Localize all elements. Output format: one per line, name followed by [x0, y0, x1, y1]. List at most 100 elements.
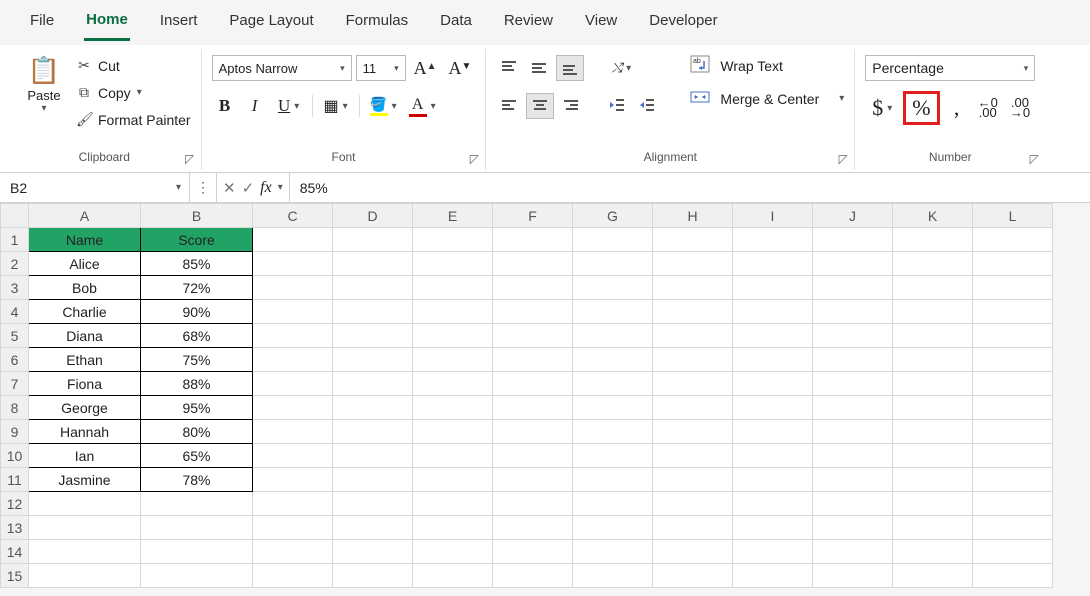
cell[interactable]: Ian [29, 444, 141, 468]
cell[interactable] [973, 348, 1053, 372]
comma-style-button[interactable]: , [944, 95, 970, 121]
cell[interactable]: Bob [29, 276, 141, 300]
cell[interactable] [973, 468, 1053, 492]
cell[interactable] [893, 540, 973, 564]
italic-button[interactable]: I [242, 93, 268, 119]
cell[interactable] [493, 372, 573, 396]
cell[interactable] [733, 468, 813, 492]
cell[interactable] [493, 564, 573, 588]
cell[interactable] [573, 564, 653, 588]
cell[interactable] [253, 396, 333, 420]
cell[interactable] [413, 444, 493, 468]
cell[interactable] [493, 540, 573, 564]
percent-style-button[interactable]: % [903, 91, 939, 125]
worksheet[interactable]: ABCDEFGHIJKL1NameScore2Alice85%3Bob72%4C… [0, 203, 1090, 588]
cell[interactable] [973, 324, 1053, 348]
underline-button[interactable]: U▾ [272, 93, 306, 119]
cell[interactable] [333, 492, 413, 516]
cut-button[interactable]: ✂ Cut [76, 57, 191, 74]
decrease-decimal-button[interactable]: .00→0 [1006, 95, 1034, 121]
currency-button[interactable]: $▾ [865, 95, 899, 121]
cell[interactable] [733, 564, 813, 588]
cell[interactable]: Name [29, 228, 141, 252]
cell[interactable] [413, 300, 493, 324]
cell[interactable]: Charlie [29, 300, 141, 324]
row-header[interactable]: 15 [1, 564, 29, 588]
dialog-launcher-icon[interactable]: ◸ [836, 152, 850, 166]
column-header[interactable]: E [413, 204, 493, 228]
cell[interactable] [253, 228, 333, 252]
column-header[interactable]: G [573, 204, 653, 228]
tab-view[interactable]: View [583, 6, 619, 39]
cell[interactable] [653, 564, 733, 588]
cell[interactable]: 90% [141, 300, 253, 324]
cell[interactable] [253, 372, 333, 396]
column-header[interactable]: C [253, 204, 333, 228]
cell[interactable] [653, 348, 733, 372]
tab-developer[interactable]: Developer [647, 6, 719, 39]
cell[interactable] [653, 444, 733, 468]
cell[interactable] [333, 540, 413, 564]
cell[interactable] [653, 276, 733, 300]
cell[interactable] [653, 372, 733, 396]
cell[interactable] [493, 468, 573, 492]
cell[interactable] [253, 492, 333, 516]
decrease-indent-button[interactable] [604, 93, 630, 119]
cell[interactable] [573, 468, 653, 492]
cell[interactable] [141, 492, 253, 516]
cell[interactable] [573, 276, 653, 300]
cell[interactable] [413, 372, 493, 396]
tab-insert[interactable]: Insert [158, 6, 200, 39]
cell[interactable] [29, 516, 141, 540]
cell[interactable] [333, 228, 413, 252]
name-box[interactable]: B2 ▾ [0, 173, 190, 202]
cell[interactable] [973, 444, 1053, 468]
cell[interactable] [813, 252, 893, 276]
cell[interactable] [653, 516, 733, 540]
cell[interactable] [813, 492, 893, 516]
align-right-button[interactable] [558, 93, 584, 119]
row-header[interactable]: 9 [1, 420, 29, 444]
cell[interactable] [573, 324, 653, 348]
cell[interactable] [733, 276, 813, 300]
cell[interactable] [333, 300, 413, 324]
cell[interactable] [413, 396, 493, 420]
cell[interactable] [413, 348, 493, 372]
borders-button[interactable]: ▦▾ [319, 93, 353, 119]
increase-indent-button[interactable] [634, 93, 660, 119]
column-header[interactable]: H [653, 204, 733, 228]
cell[interactable] [893, 468, 973, 492]
cell[interactable] [973, 540, 1053, 564]
cell[interactable] [893, 444, 973, 468]
dialog-launcher-icon[interactable]: ◸ [467, 152, 481, 166]
cell[interactable] [333, 372, 413, 396]
cell[interactable] [29, 564, 141, 588]
cell[interactable] [413, 468, 493, 492]
cell[interactable] [253, 468, 333, 492]
cell[interactable] [973, 492, 1053, 516]
cell[interactable] [813, 540, 893, 564]
cell[interactable] [253, 348, 333, 372]
bold-button[interactable]: B [212, 93, 238, 119]
cell[interactable] [573, 396, 653, 420]
cell[interactable] [29, 540, 141, 564]
row-header[interactable]: 1 [1, 228, 29, 252]
column-header[interactable]: D [333, 204, 413, 228]
cell[interactable] [733, 252, 813, 276]
fill-color-button[interactable]: 🪣 ▾ [366, 93, 401, 119]
cell[interactable] [813, 444, 893, 468]
cell[interactable] [733, 540, 813, 564]
cell[interactable] [493, 300, 573, 324]
cell[interactable] [333, 252, 413, 276]
cell[interactable]: 80% [141, 420, 253, 444]
cell[interactable] [493, 516, 573, 540]
cell[interactable] [813, 348, 893, 372]
cell[interactable] [973, 516, 1053, 540]
cell[interactable] [893, 420, 973, 444]
cell[interactable] [333, 276, 413, 300]
row-header[interactable]: 10 [1, 444, 29, 468]
cell[interactable] [733, 420, 813, 444]
tab-file[interactable]: File [28, 6, 56, 39]
cell[interactable] [253, 444, 333, 468]
paste-button[interactable]: 📋 Paste ▾ [18, 53, 70, 114]
